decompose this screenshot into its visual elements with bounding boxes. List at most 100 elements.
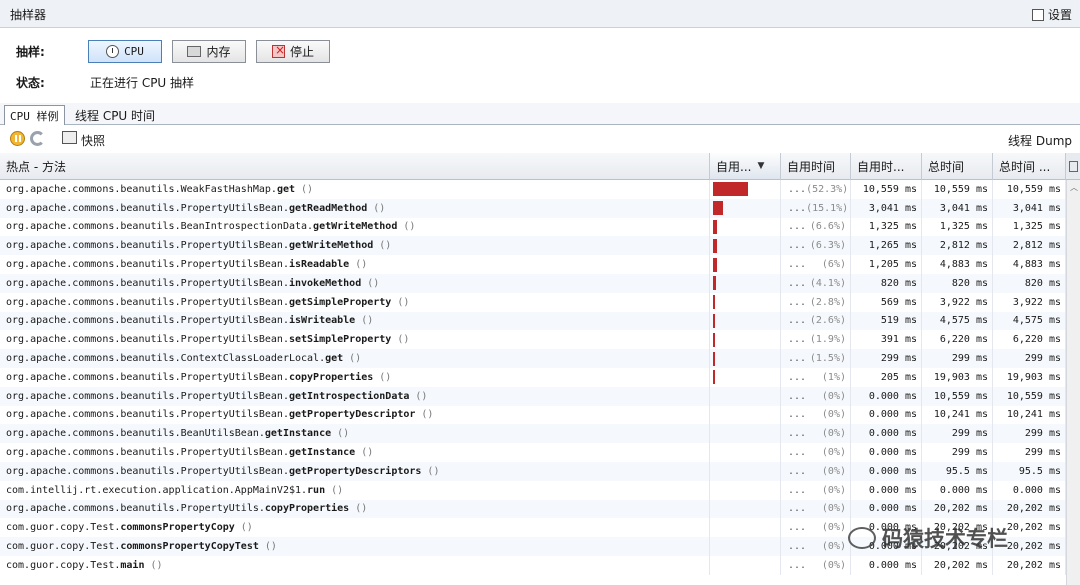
self-percent: (0%) bbox=[821, 390, 846, 402]
total-time-cell: 20,202 ms bbox=[922, 556, 993, 575]
column-header-self-time[interactable]: 自用时间 bbox=[781, 153, 851, 180]
table-row[interactable]: org.apache.commons.beanutils.PropertyUti… bbox=[0, 274, 1066, 293]
snapshot-icon[interactable] bbox=[62, 131, 77, 144]
thread-dump-button[interactable]: 线程 Dump bbox=[1008, 132, 1072, 149]
table-row[interactable]: org.apache.commons.beanutils.PropertyUti… bbox=[0, 443, 1066, 462]
total-time-cpu-cell: 299 ms bbox=[993, 349, 1066, 368]
cpu-button-label: CPU bbox=[124, 45, 144, 58]
self-bar-cell bbox=[710, 368, 781, 387]
column-header-self-time-cpu[interactable]: 自用时... bbox=[851, 153, 922, 180]
scroll-up-icon[interactable]: ︿ bbox=[1070, 182, 1078, 193]
total-time-cpu-cell: 10,559 ms bbox=[993, 180, 1066, 199]
method-class-prefix: org.apache.commons.beanutils.PropertyUti… bbox=[6, 390, 289, 402]
refresh-icon[interactable] bbox=[30, 131, 45, 146]
tab-cpu-samples[interactable]: CPU 样例 bbox=[4, 105, 65, 125]
self-percent: (1%) bbox=[821, 371, 846, 383]
self-time-cell: 10,559 ms bbox=[851, 180, 922, 199]
self-percent: (6%) bbox=[821, 259, 846, 271]
method-name: isReadable bbox=[288, 259, 350, 271]
column-chooser-icon[interactable] bbox=[1066, 153, 1080, 180]
total-time-cpu-cell: 820 ms bbox=[993, 274, 1066, 293]
total-time-cpu-cell: 6,220 ms bbox=[993, 330, 1066, 350]
ellipsis: ... bbox=[788, 202, 807, 214]
table-row[interactable]: org.apache.commons.beanutils.PropertyUti… bbox=[0, 386, 1066, 406]
method-name: copyProperties bbox=[288, 371, 374, 383]
column-header-total-time-cpu[interactable]: 总时间 ... bbox=[993, 153, 1066, 180]
method-class-prefix: org.apache.commons.beanutils.PropertyUti… bbox=[6, 259, 289, 271]
tab-cpu-samples-label: CPU 样例 bbox=[10, 109, 59, 123]
self-bar-cell bbox=[710, 236, 781, 256]
method-name: getWriteMethod bbox=[288, 240, 374, 252]
self-percent-cell: ... (0%) bbox=[781, 443, 851, 462]
table-row[interactable]: org.apache.commons.beanutils.PropertyUti… bbox=[0, 368, 1066, 387]
column-header-method[interactable]: 热点 - 方法 bbox=[0, 153, 710, 180]
total-time-cell: 299 ms bbox=[922, 424, 993, 444]
table-row[interactable]: org.apache.commons.beanutils.PropertyUti… bbox=[0, 292, 1066, 312]
method-name: run bbox=[307, 484, 326, 496]
table-row[interactable]: org.apache.commons.beanutils.WeakFastHas… bbox=[0, 180, 1066, 199]
table-row[interactable]: org.apache.commons.beanutils.PropertyUti… bbox=[0, 255, 1066, 274]
self-percent-cell: ... (0%) bbox=[781, 424, 851, 444]
status-label: 状态: bbox=[16, 76, 45, 90]
self-time-bar bbox=[713, 351, 715, 366]
total-time-cell: 10,559 ms bbox=[922, 386, 993, 406]
method-cell: org.apache.commons.beanutils.BeanUtilsBe… bbox=[0, 424, 710, 444]
table-row[interactable]: org.apache.commons.beanutils.PropertyUti… bbox=[0, 330, 1066, 350]
self-percent: (0%) bbox=[821, 428, 846, 440]
stop-button[interactable]: 停止 bbox=[256, 40, 330, 63]
settings-toggle[interactable]: 设置 bbox=[1031, 6, 1072, 23]
watermark-text: 码猿技术专栏 bbox=[882, 527, 1008, 551]
self-time-cell: 3,041 ms bbox=[851, 198, 922, 218]
table-row[interactable]: org.apache.commons.beanutils.PropertyUti… bbox=[0, 311, 1066, 331]
table-row[interactable]: com.guor.copy.Test. main ()... (0%) 0.000 ms… bbox=[0, 556, 1066, 575]
column-header-total-time[interactable]: 总时间 bbox=[922, 153, 993, 180]
method-parens: () bbox=[421, 409, 434, 421]
clock-icon bbox=[106, 45, 120, 58]
table-row[interactable]: org.apache.commons.beanutils.PropertyUti… bbox=[0, 499, 1066, 519]
method-cell: org.apache.commons.beanutils.WeakFastHas… bbox=[0, 180, 710, 199]
total-time-cell: 0.000 ms bbox=[922, 480, 993, 500]
method-class-prefix: org.apache.commons.beanutils.PropertyUti… bbox=[6, 503, 265, 515]
method-class-prefix: org.apache.commons.beanutils.PropertyUti… bbox=[6, 277, 289, 289]
table-row[interactable]: com.intellij.rt.execution.application.Ap… bbox=[0, 480, 1066, 500]
method-cell: org.apache.commons.beanutils.PropertyUti… bbox=[0, 368, 710, 387]
column-header-self-bar-label: 自用... bbox=[716, 159, 752, 174]
method-parens: () bbox=[403, 221, 416, 233]
pause-icon[interactable] bbox=[10, 131, 25, 146]
self-bar-cell bbox=[710, 518, 781, 538]
method-cell: org.apache.commons.beanutils.ContextClas… bbox=[0, 349, 710, 368]
self-bar-cell bbox=[710, 386, 781, 406]
method-cell: com.guor.copy.Test. main () bbox=[0, 556, 710, 575]
memory-button[interactable]: 内存 bbox=[172, 40, 246, 63]
table-row[interactable]: org.apache.commons.beanutils.BeanIntrosp… bbox=[0, 217, 1066, 237]
method-cell: org.apache.commons.beanutils.PropertyUti… bbox=[0, 499, 710, 519]
self-bar-cell bbox=[710, 274, 781, 293]
column-header-total-time-cpu-label: 总时间 ... bbox=[999, 159, 1051, 174]
self-time-bar bbox=[713, 238, 717, 253]
column-header-self-bar[interactable]: 自用... ▼ bbox=[710, 153, 781, 180]
self-percent: (52.3%) bbox=[806, 183, 849, 195]
ellipsis: ... bbox=[788, 353, 807, 365]
table-row[interactable]: org.apache.commons.beanutils.ContextClas… bbox=[0, 349, 1066, 368]
table-row[interactable]: org.apache.commons.beanutils.PropertyUti… bbox=[0, 462, 1066, 481]
vertical-scrollbar[interactable]: ︿ bbox=[1066, 180, 1080, 585]
self-percent: (0%) bbox=[821, 559, 846, 571]
total-time-cpu-cell: 95.5 ms bbox=[993, 462, 1066, 481]
snapshot-button-label[interactable]: 快照 bbox=[81, 132, 105, 149]
tab-thread-cpu-time[interactable]: 线程 CPU 时间 bbox=[70, 105, 160, 125]
settings-checkbox[interactable] bbox=[1031, 8, 1044, 21]
table-row[interactable]: org.apache.commons.beanutils.PropertyUti… bbox=[0, 198, 1066, 218]
table-row[interactable]: org.apache.commons.beanutils.BeanUtilsBe… bbox=[0, 424, 1066, 444]
table-row[interactable]: org.apache.commons.beanutils.PropertyUti… bbox=[0, 405, 1066, 425]
cpu-button[interactable]: CPU bbox=[88, 40, 162, 63]
method-class-prefix: org.apache.commons.beanutils.PropertyUti… bbox=[6, 296, 289, 308]
method-name: getPropertyDescriptors bbox=[288, 465, 422, 477]
table-row[interactable]: org.apache.commons.beanutils.PropertyUti… bbox=[0, 236, 1066, 256]
self-percent: (0%) bbox=[821, 484, 846, 496]
self-percent-cell: ... (1.5%) bbox=[781, 349, 851, 368]
status-row: 状态: 正在进行 CPU 抽样 bbox=[16, 74, 194, 91]
total-time-cell: 4,575 ms bbox=[922, 311, 993, 331]
ellipsis: ... bbox=[788, 484, 807, 496]
self-percent-cell: ... (0%) bbox=[781, 537, 851, 556]
method-name: invokeMethod bbox=[288, 277, 362, 289]
